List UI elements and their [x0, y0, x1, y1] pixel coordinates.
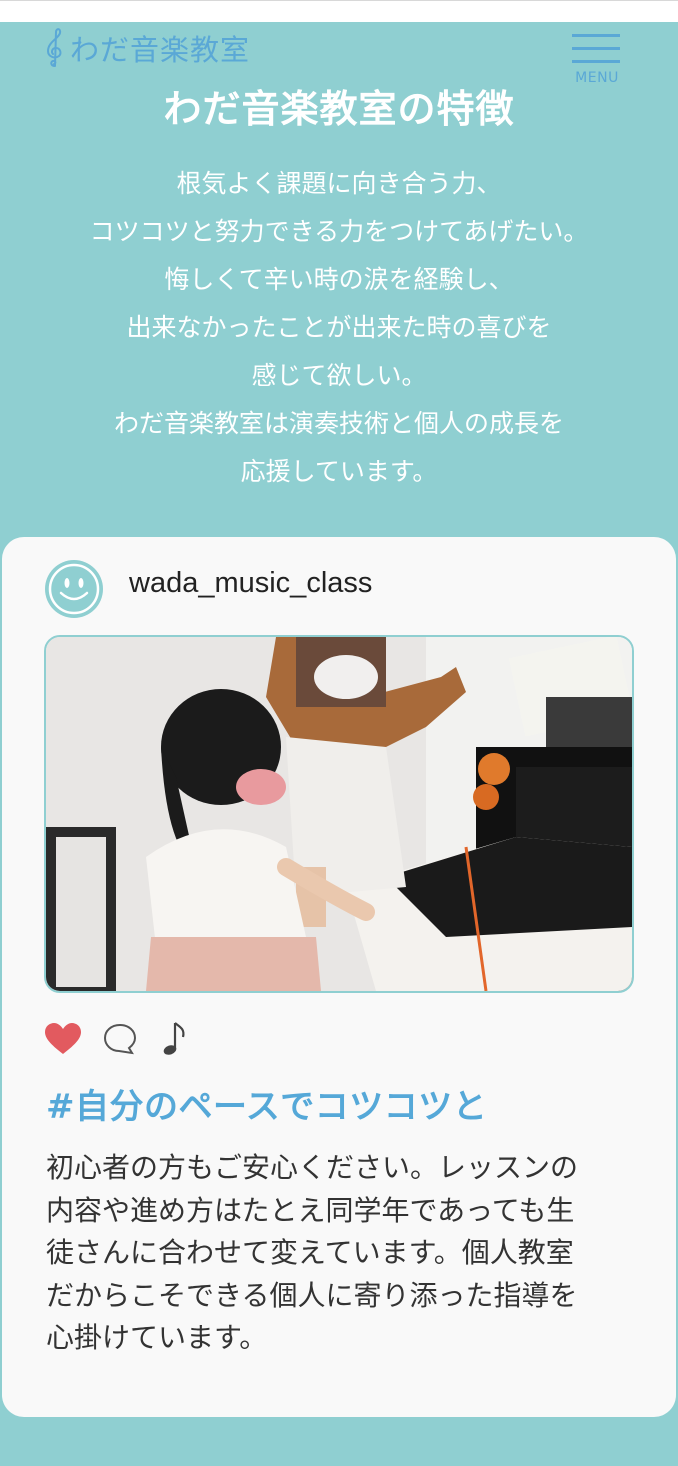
intro-text: 根気よく課題に向き合う力、 コツコツと努力できる力をつけてあげたい。 悔しくて辛… [0, 160, 678, 496]
post-body-line: 徒さんに合わせて変えています。個人教室 [46, 1236, 574, 1269]
post-actions [44, 1017, 244, 1061]
heart-icon[interactable] [44, 1017, 82, 1061]
post-card: wada_music_class #自分のペースでコツコツと 初心者の方もご安心… [2, 537, 676, 1417]
intro-line: 悔しくて辛い時の涙を経験し、 [164, 265, 514, 294]
intro-line: コツコツと努力できる力をつけてあげたい。 [89, 217, 589, 246]
post-photo [44, 635, 634, 993]
features-section: わだ音楽教室 MENU わだ音楽教室の特徴 根気よく課題に向き合う力、 コツコツ… [0, 22, 678, 1466]
intro-line: 出来なかったことが出来た時の喜びを [126, 313, 552, 342]
music-note-icon[interactable] [162, 1017, 188, 1061]
post-body-line: だからこそできる個人に寄り添った指導を [46, 1278, 578, 1312]
top-border [0, 0, 678, 22]
post-body-line: 心掛けています。 [46, 1321, 268, 1354]
post-body-line: 初心者の方もご安心ください。レッスンの [46, 1151, 579, 1184]
speech-bubble-icon[interactable] [102, 1017, 138, 1061]
post-body: 初心者の方もご安心ください。レッスンの 内容や進め方はたとえ同学年であっても生 … [46, 1147, 636, 1360]
post-username[interactable]: wada_music_class [129, 567, 372, 600]
intro-line: 根気よく課題に向き合う力、 [176, 169, 502, 198]
intro-line: 応援しています。 [240, 457, 438, 486]
section-title: わだ音楽教室の特徴 [163, 87, 515, 131]
intro-line: 感じて欲しい。 [251, 361, 427, 390]
post-hashtag[interactable]: #自分のペースでコツコツと [46, 1079, 487, 1128]
intro-line: わだ音楽教室は演奏技術と個人の成長を [113, 409, 564, 438]
smiley-face-icon[interactable] [44, 559, 104, 619]
post-body-line: 内容や進め方はたとえ同学年であっても生 [46, 1193, 575, 1227]
site-logo[interactable]: わだ音楽教室 [42, 26, 250, 70]
site-header: わだ音楽教室 MENU [0, 22, 678, 86]
treble-clef-icon [42, 26, 68, 70]
logo-text: わだ音楽教室 [70, 33, 251, 67]
